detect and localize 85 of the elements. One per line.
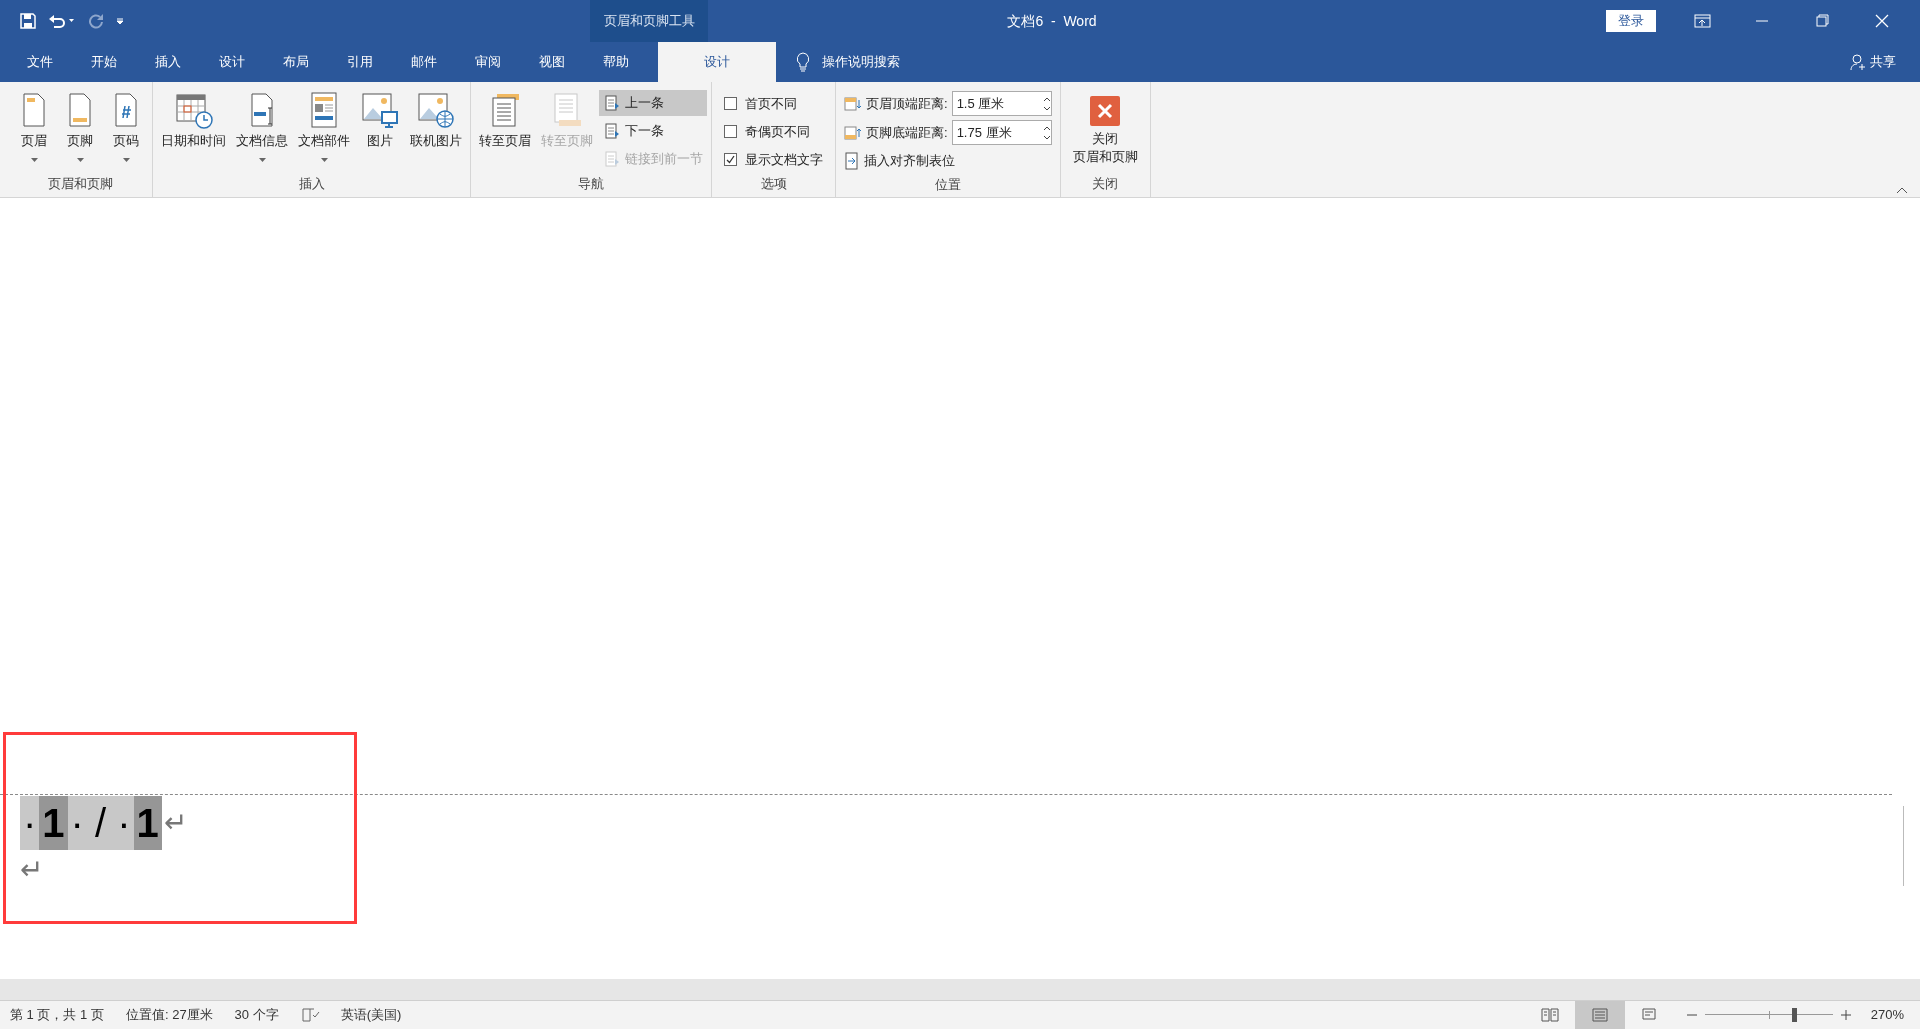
page-number-field: 1 — [39, 796, 68, 850]
lightbulb-icon — [796, 52, 810, 72]
status-text: 第 1 页，共 1 页 — [10, 1006, 104, 1025]
ribbon-tab[interactable]: 审阅 — [456, 42, 520, 82]
status-text: 30 个字 — [234, 1006, 279, 1025]
zoom-percent[interactable]: 270% — [1870, 1005, 1904, 1025]
tell-me-search[interactable]: 操作说明搜索 — [822, 52, 900, 72]
ribbon-button[interactable]: 页码 — [104, 88, 148, 164]
paragraph-mark: ↵ — [163, 806, 187, 840]
margin-arrow-icon — [844, 124, 862, 141]
ribbon-tab[interactable]: 插入 — [136, 42, 200, 82]
page-arrow-icon — [603, 94, 621, 112]
checkbox-label: 奇偶页不同 — [745, 122, 810, 141]
ribbon-button[interactable]: 日期和时间 — [157, 88, 230, 164]
ribbon-button[interactable]: 图片 — [356, 88, 404, 164]
field-label: 页脚底端距离: — [866, 123, 948, 142]
group-label: 位置 — [933, 176, 962, 194]
group-label: 页眉和页脚 — [46, 175, 114, 193]
close-header-footer-button[interactable]: 关闭 页眉和页脚 — [1064, 88, 1146, 166]
window-title: 文档6 - Word — [1007, 11, 1097, 31]
ribbon-button[interactable]: 页脚 — [58, 88, 102, 164]
page-number-field: · — [20, 796, 40, 850]
caret-icon — [122, 158, 130, 162]
spinner-icon — [1042, 124, 1051, 141]
checkbox[interactable] — [724, 97, 737, 110]
spin-field[interactable]: 1.75 厘米 — [951, 120, 1052, 145]
language-text: 英语(美国) — [340, 1006, 402, 1025]
ribbon-tab[interactable]: 文件 — [8, 42, 72, 82]
redo-icon[interactable] — [88, 13, 104, 29]
page-number-field: · / · — [67, 796, 134, 850]
margin-arrow-icon — [844, 95, 862, 112]
view-button[interactable] — [1574, 1001, 1625, 1029]
close-icon — [1090, 96, 1121, 126]
web-page-icon — [1640, 1007, 1659, 1023]
checkbox-label: 显示文档文字 — [745, 150, 823, 169]
ribbon-button[interactable]: 联机图片 — [406, 88, 466, 164]
sign-in-button[interactable]: 登录 — [1606, 10, 1656, 32]
caret-icon — [30, 158, 38, 162]
field-label: 页眉顶端距离: — [866, 94, 948, 113]
customize-caret-icon[interactable] — [116, 17, 124, 25]
nav-button[interactable]: 上一条 — [599, 90, 707, 116]
caret-icon — [320, 158, 328, 162]
ribbon-button[interactable]: 文档信息 — [232, 88, 292, 164]
ribbon-button[interactable]: 页眉 — [12, 88, 56, 164]
ribbon-button[interactable]: 文档部件 — [294, 88, 354, 164]
ribbon-tab[interactable]: 开始 — [72, 42, 136, 82]
page-number-field: 1 — [133, 796, 162, 850]
checkbox[interactable] — [724, 125, 737, 138]
open-book-icon — [1540, 1007, 1559, 1023]
status-text: 位置值: 27厘米 — [125, 1006, 213, 1025]
save-icon[interactable] — [20, 13, 36, 29]
nav-button[interactable]: 下一条 — [599, 118, 707, 144]
page-arrow-icon — [603, 122, 621, 140]
ribbon-tab[interactable]: 视图 — [520, 42, 584, 82]
ribbon-tab[interactable]: 设计 — [658, 42, 776, 82]
spin-field[interactable]: 1.5 厘米 — [951, 91, 1052, 116]
collapse-ribbon-icon[interactable] — [1896, 186, 1908, 194]
person-plus-icon — [1850, 53, 1866, 71]
insert-tab-button[interactable]: 插入对齐制表位 — [844, 148, 1052, 174]
caret-icon — [258, 158, 266, 162]
picture-globe-icon — [416, 90, 456, 130]
checkbox-label: 首页不同 — [745, 94, 797, 113]
checkbox[interactable] — [724, 153, 737, 166]
page-lines-icon — [1590, 1007, 1609, 1023]
zoom-slider[interactable] — [1704, 1008, 1833, 1022]
spinner-icon — [1042, 95, 1051, 112]
group-label: 选项 — [759, 175, 788, 193]
group-label: 插入 — [297, 175, 326, 193]
context-tab-label: 页眉和页脚工具 — [590, 0, 708, 42]
ribbon-tab[interactable]: 布局 — [264, 42, 328, 82]
ribbon-tab[interactable]: 帮助 — [584, 42, 648, 82]
paragraph-mark: ↵ — [20, 853, 44, 887]
ribbon-tab[interactable]: 邮件 — [392, 42, 456, 82]
group-label: 导航 — [577, 175, 605, 193]
picture-monitor-icon — [360, 90, 400, 130]
proofing-icon[interactable] — [300, 1007, 321, 1023]
zoom-in-icon[interactable] — [1840, 1010, 1851, 1020]
undo-icon[interactable] — [48, 13, 76, 29]
ribbon-button[interactable]: 转至页眉 — [475, 88, 535, 164]
caret-icon — [76, 158, 84, 162]
ribbon-tab[interactable]: 设计 — [200, 42, 264, 82]
ribbon-tab[interactable]: 引用 — [328, 42, 392, 82]
share-button[interactable]: 共享 — [1850, 42, 1920, 82]
group-label: 关闭 — [1091, 175, 1120, 193]
page-arrow-icon — [603, 150, 621, 168]
